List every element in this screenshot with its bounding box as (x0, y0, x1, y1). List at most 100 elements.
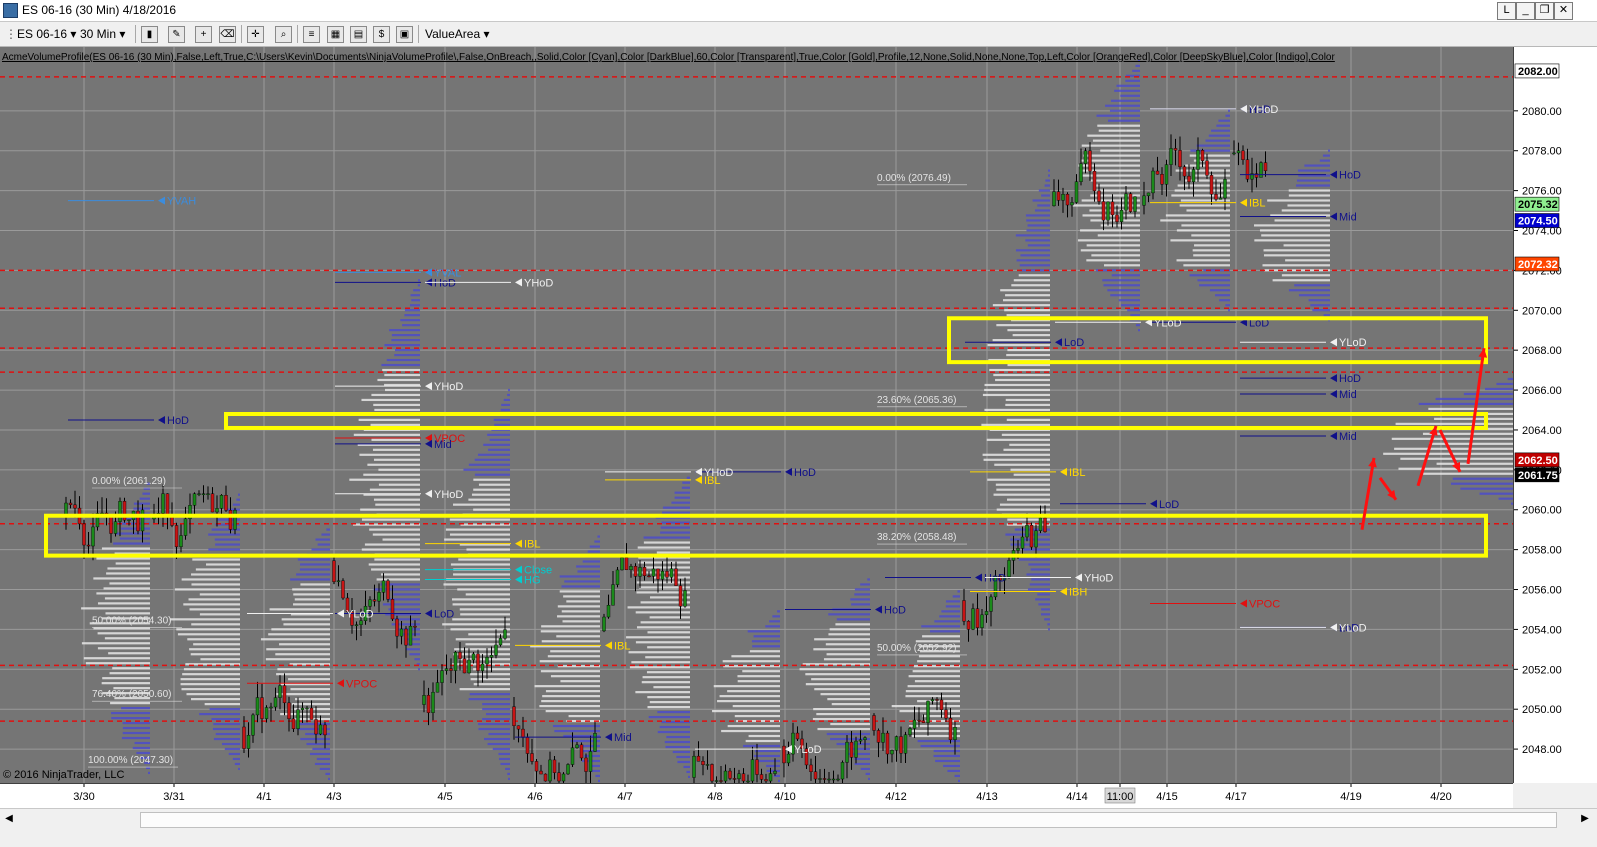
volume-profile-bar (591, 769, 600, 773)
horizontal-scrollbar[interactable]: ◀ ▶ (0, 808, 1597, 830)
volume-profile-bar (381, 363, 420, 367)
price-tick-label: 2060.00 (1522, 505, 1562, 517)
candle-body (219, 494, 224, 509)
candle-body (534, 761, 539, 772)
eraser-icon[interactable]: ⌫ (219, 26, 236, 43)
time-tick-label: 3/30 (73, 791, 94, 803)
candle-body (1034, 530, 1038, 548)
volume-profile-bar (766, 764, 780, 768)
volume-profile-bar (206, 563, 240, 566)
candle-body (201, 493, 206, 495)
volume-profile-bar (189, 648, 240, 651)
price-axis[interactable]: 2048.00 2050.00 2052.00 2054.00 2056.00 2058.… (1513, 47, 1597, 783)
volume-profile-bar (1078, 164, 1140, 167)
candle-body (192, 493, 197, 506)
chart-icon[interactable]: ▦ (327, 26, 344, 43)
time-axis-scale[interactable]: 3/30 3/31 4/1 4/3 4/5 4/6 4/7 4/8 4/10 4/12 4/13 4/… (0, 784, 1513, 808)
volume-profile-bar (1400, 457, 1513, 460)
link-button[interactable]: L (1497, 2, 1516, 20)
volume-profile-bar (215, 543, 240, 546)
volume-profile-bar (1218, 119, 1230, 122)
draw-pencil-icon[interactable]: ✎ (168, 26, 185, 43)
volume-profile-bar (122, 726, 150, 730)
scroll-right-icon[interactable]: ▶ (1578, 811, 1592, 827)
volume-profile-bar (393, 593, 420, 596)
volume-profile-bar (1254, 224, 1330, 227)
zoom-icon[interactable]: + (195, 26, 212, 43)
volume-profile-bar (508, 388, 510, 392)
volume-profile-bar (1127, 309, 1140, 312)
data-box-icon[interactable]: ≡ (303, 26, 320, 43)
candle-body (127, 519, 131, 521)
volume-profile-bar (104, 597, 150, 600)
volume-profile-bar (645, 656, 690, 659)
template-selector[interactable]: ValueArea ▾ (425, 26, 490, 42)
volume-profile-bar (539, 705, 600, 708)
volume-profile-bar (554, 729, 600, 733)
instrument-selector[interactable]: ES 06-16 ▾ (17, 26, 76, 42)
session-level-label: LoD (1159, 499, 1179, 511)
chart-panel[interactable]: HoD HoD YHoD YHoD VPOC Mid IBL HoD YHoD YHoD IBL Cl… (0, 47, 1513, 783)
volume-profile-bar (559, 590, 600, 593)
volume-profile-bar (665, 745, 690, 749)
scrollbar-thumb[interactable] (140, 812, 1557, 828)
volume-profile-bar (224, 747, 240, 751)
price-axis-scale[interactable]: 2048.00 2050.00 2052.00 2054.00 2056.00 2058.… (1514, 47, 1597, 783)
volume-profile-bar (468, 698, 510, 701)
volume-profile-bar (457, 588, 510, 591)
candle-body (1214, 194, 1218, 200)
volume-profile-bar (1090, 219, 1140, 222)
volume-profile-bar (1027, 244, 1050, 247)
volume-profile-bar (1177, 184, 1230, 187)
candle-body (336, 580, 341, 582)
minimize-button[interactable]: _ (1516, 2, 1535, 20)
candle-body (1128, 193, 1133, 212)
volume-profile-bar (1027, 588, 1050, 591)
time-axis[interactable]: 3/30 3/31 4/1 4/3 4/5 4/6 4/7 4/8 4/10 4/12 4/13 4/… (0, 783, 1513, 808)
volume-profile-bar (1023, 548, 1050, 551)
image-icon[interactable]: ▤ (350, 26, 367, 43)
volume-profile-bar (757, 759, 780, 763)
volume-profile-bar (296, 573, 330, 576)
volume-profile-bar (1498, 497, 1513, 500)
volume-profile-bar (389, 329, 420, 332)
candle-body (678, 585, 683, 607)
volume-profile-bar (402, 324, 420, 327)
candle-body (557, 772, 561, 782)
volume-profile-bar (1044, 618, 1050, 621)
price-tick-label: 2056.00 (1522, 585, 1562, 597)
volume-profile-bar (981, 423, 1050, 426)
bar-type-icon[interactable]: ▮ (141, 26, 158, 43)
session-level-label: VPOC (1249, 598, 1280, 610)
level-arrow-icon (1150, 499, 1157, 508)
candle-body (728, 770, 732, 779)
volume-profile-bar (1174, 189, 1230, 192)
price-chart[interactable]: HoDHoD YHoDYHoDVPOCMidIBLHoDYHoDYHoDIBLCl… (0, 47, 1513, 783)
volume-profile-bar (941, 610, 960, 613)
candle-body (1263, 162, 1268, 171)
candle-body (566, 764, 570, 775)
level-arrow-icon (605, 733, 612, 742)
interval-selector[interactable]: 30 Min ▾ (80, 26, 125, 42)
search-icon[interactable]: ⌕ (275, 26, 292, 43)
candle-body (984, 611, 989, 616)
candle-body (260, 697, 264, 719)
session-level-label: IBL (524, 539, 541, 551)
close-button[interactable]: ✕ (1554, 2, 1573, 20)
volume-profile-bar (109, 672, 150, 675)
volume-profile-bar (459, 608, 510, 611)
candle-body (944, 709, 948, 719)
volume-profile-bar (1020, 254, 1050, 257)
level-arrow-icon (158, 196, 165, 205)
candle-body (876, 730, 881, 743)
candle-body (588, 751, 593, 772)
volume-profile-bar (576, 565, 600, 568)
crosshair-icon[interactable]: ✛ (247, 26, 264, 43)
price-marker-label: 2082.00 (1518, 66, 1558, 78)
dollar-icon[interactable]: $ (373, 26, 390, 43)
maximize-button[interactable]: ❐ (1535, 2, 1554, 20)
scroll-left-icon[interactable]: ◀ (2, 811, 16, 827)
volume-profile-bar (406, 648, 420, 651)
candle-body (354, 624, 359, 626)
properties-icon[interactable]: ▣ (396, 26, 413, 43)
